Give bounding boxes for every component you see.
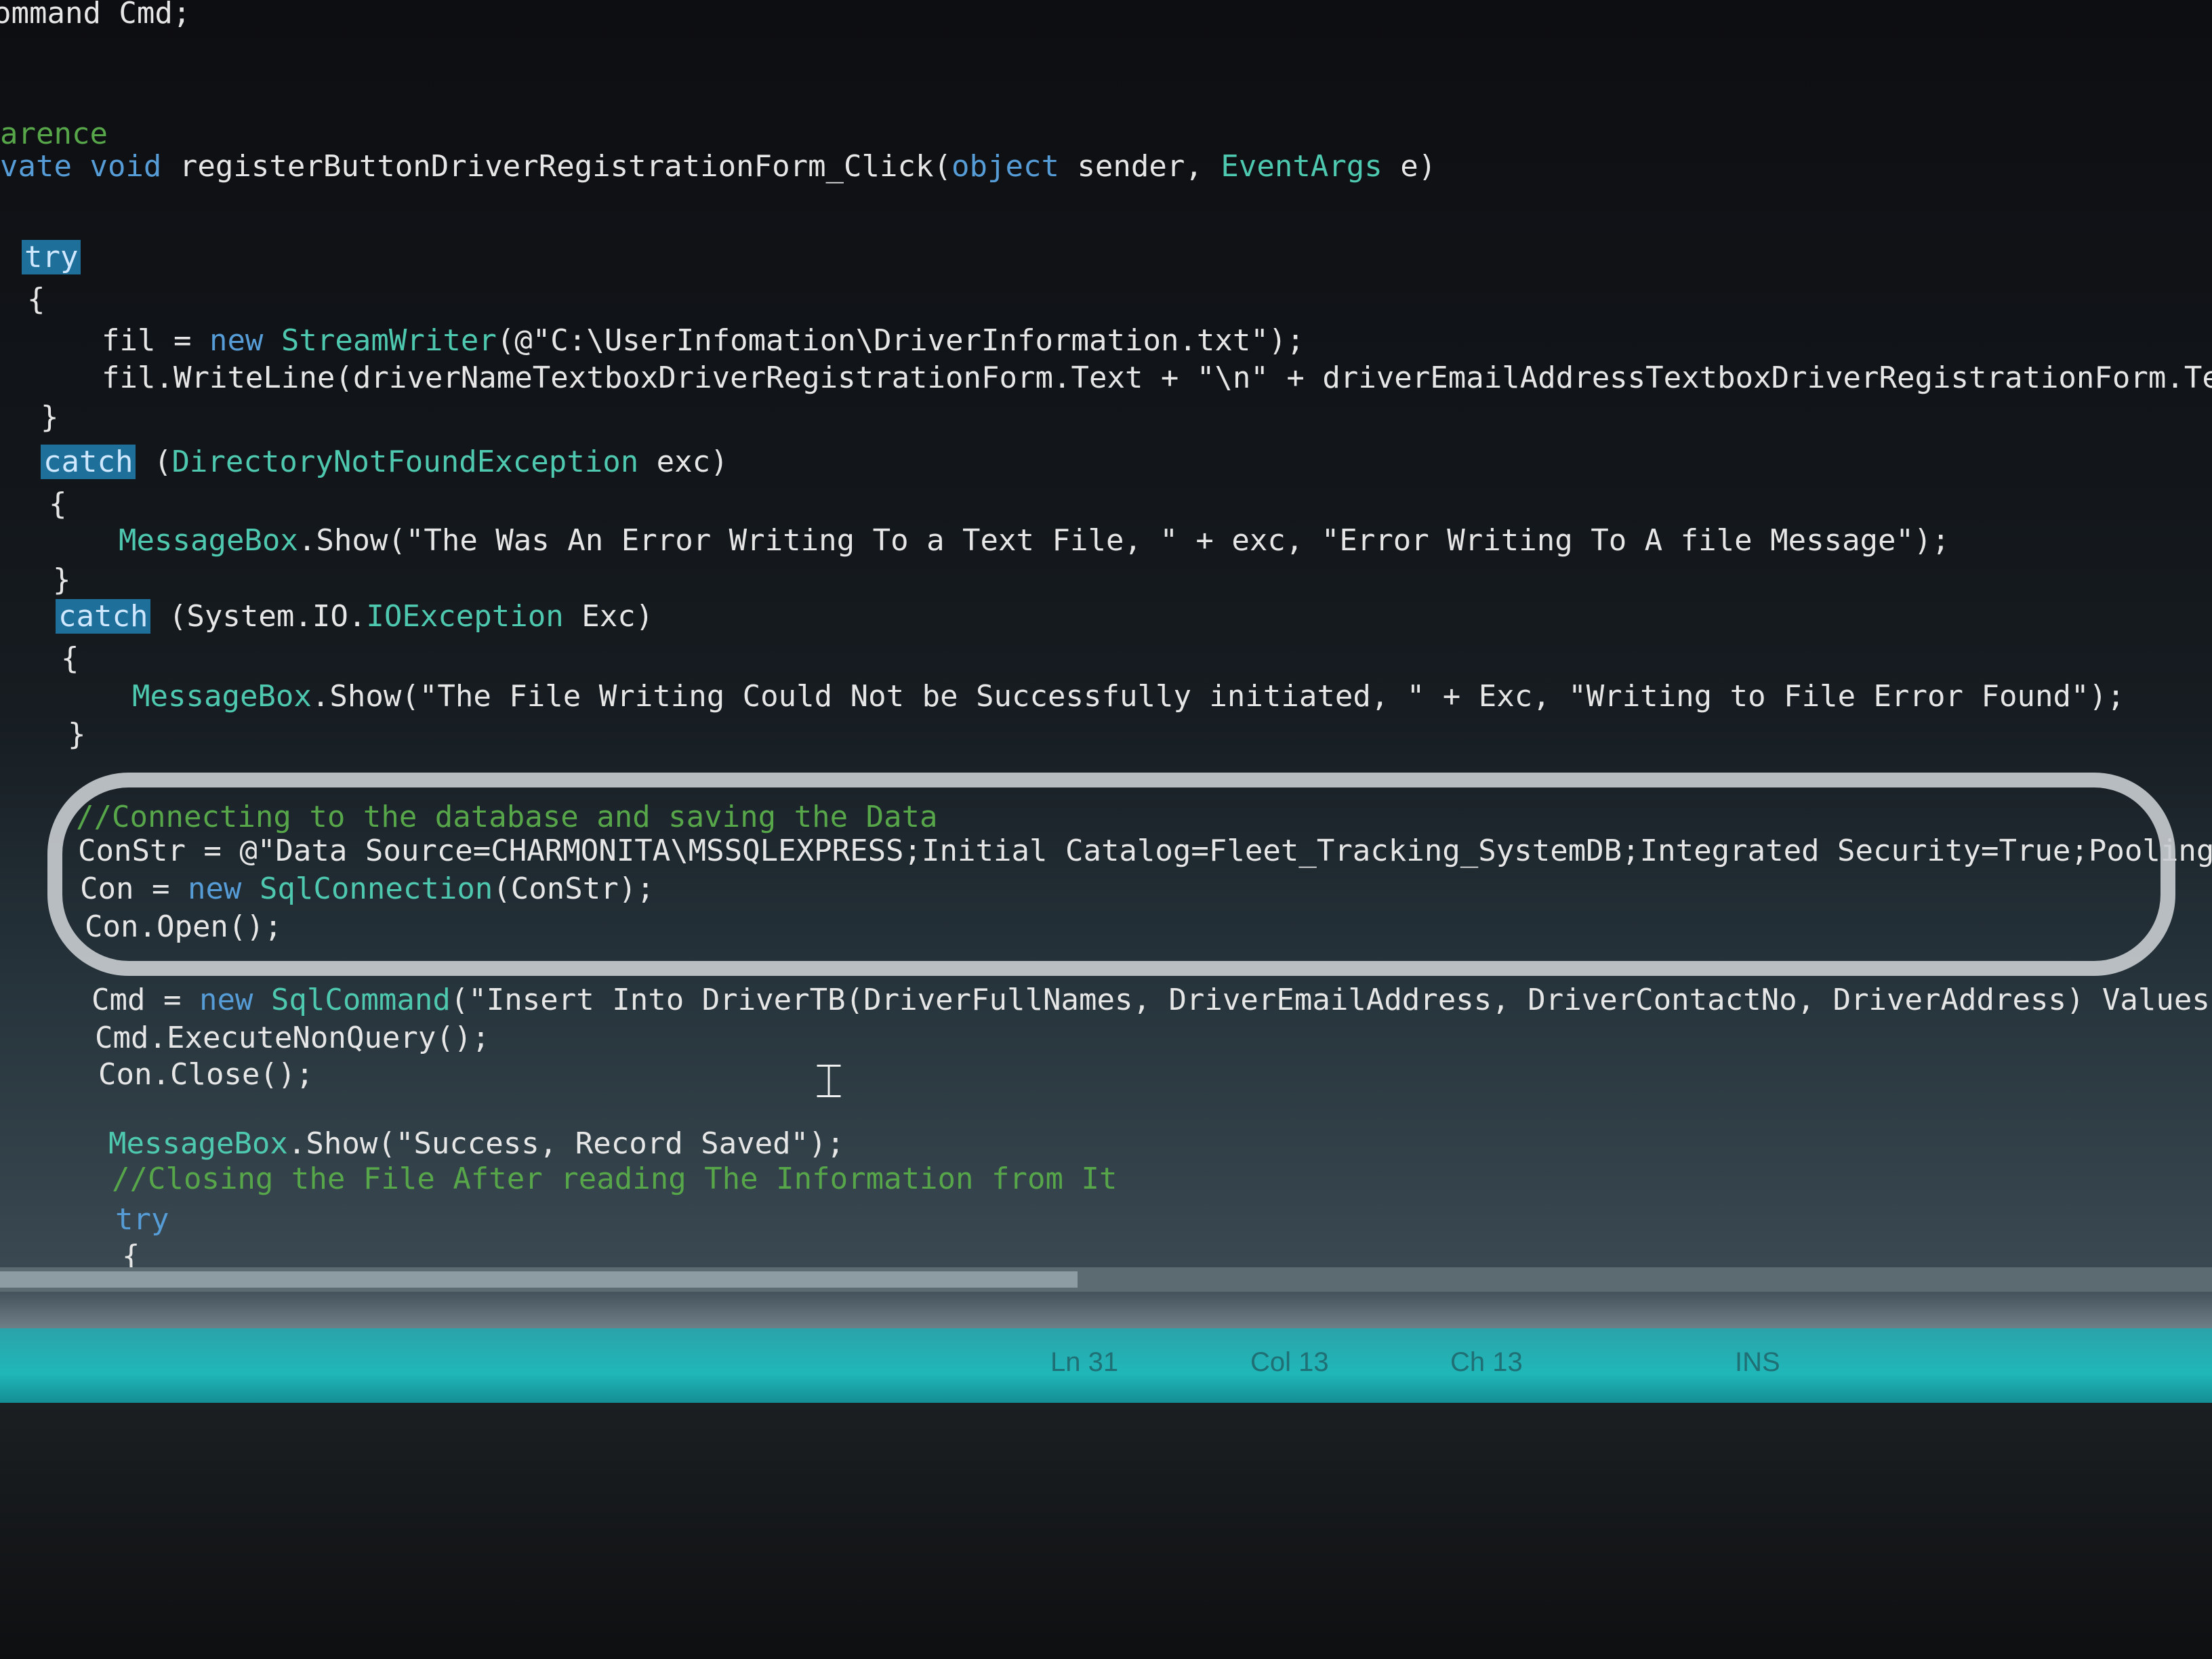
code-line[interactable]: MessageBox.Show("The File Writing Could …	[132, 678, 2125, 716]
code-line[interactable]: }	[41, 398, 59, 436]
code-token: StreamWriter	[281, 323, 497, 358]
code-line[interactable]: }	[68, 716, 86, 754]
code-token: arence	[0, 117, 108, 151]
code-line[interactable]: {	[27, 281, 45, 319]
code-token: Exc)	[563, 599, 654, 634]
code-line[interactable]: Cmd = new SqlCommand("Insert Into Driver…	[91, 981, 2212, 1019]
code-token: MessageBox	[132, 679, 312, 714]
code-token: MessageBox	[119, 523, 298, 558]
code-line[interactable]: {	[61, 640, 79, 678]
code-token: registerButtonDriverRegistrationForm_Cli…	[179, 149, 951, 184]
code-line[interactable]: fil.WriteLine(driverNameTextboxDriverReg…	[102, 359, 2212, 397]
code-token: new	[209, 323, 281, 358]
code-line[interactable]: try	[115, 1201, 169, 1239]
photographed-screen: ommand Cmd; arence vate void registerButto…	[0, 0, 2212, 1659]
code-token: //Closing the File After reading The Inf…	[112, 1162, 1118, 1196]
code-token: .Show("The Was An Error Writing To a Tex…	[298, 523, 1950, 558]
code-token: new	[199, 983, 271, 1017]
code-token: Cmd.ExecuteNonQuery();	[95, 1021, 490, 1055]
code-line[interactable]: try	[22, 239, 81, 276]
code-token: }	[68, 717, 86, 752]
code-token: }	[41, 400, 59, 434]
code-line[interactable]: fil = new StreamWriter(@"C:\UserInfomati…	[102, 322, 1305, 360]
code-token: Cmd =	[91, 983, 199, 1017]
code-token: try	[115, 1202, 169, 1237]
code-token: object	[951, 149, 1059, 184]
code-token: fil =	[102, 323, 209, 358]
code-token: {	[27, 282, 45, 316]
code-token: fil.WriteLine(driverNameTextboxDriverReg…	[102, 361, 2212, 395]
code-token: SqlCommand	[270, 983, 451, 1017]
code-token: exc)	[638, 445, 729, 479]
text-cursor-icon: ⌶	[815, 1053, 843, 1109]
code-token: ("Insert Into DriverTB(DriverFullNames, …	[450, 983, 2212, 1017]
code-line[interactable]: }	[53, 561, 71, 599]
code-token: e)	[1382, 149, 1437, 184]
status-line-number: Ln 31	[1050, 1347, 1119, 1377]
code-token: {	[49, 487, 67, 521]
code-token: }	[53, 562, 71, 597]
code-token: (System.IO.	[150, 599, 367, 634]
code-line[interactable]: catch (DirectoryNotFoundException exc)	[41, 443, 729, 481]
code-token: (@"C:\UserInfomation\DriverInformation.t…	[496, 323, 1305, 358]
code-token: sender,	[1059, 149, 1221, 184]
code-token: .Show("The File Writing Could Not be Suc…	[311, 679, 2125, 714]
code-token: MessageBox	[108, 1126, 288, 1161]
code-token: Con.Close();	[98, 1057, 314, 1092]
status-insert-mode: INS	[1735, 1347, 1780, 1377]
hand-drawn-annotation-ellipse	[47, 773, 2175, 976]
status-char-number: Ch 13	[1450, 1347, 1523, 1377]
code-token: try	[22, 240, 81, 274]
code-token: (	[136, 445, 172, 479]
code-line[interactable]: ommand Cmd;	[0, 0, 190, 33]
code-token: {	[61, 641, 79, 676]
code-token: catch	[56, 599, 151, 634]
code-token: .Show("Success, Record Saved");	[287, 1126, 845, 1161]
code-line[interactable]: catch (System.IO.IOException Exc)	[56, 598, 653, 636]
code-token: vate void	[0, 149, 180, 184]
code-editor[interactable]: ommand Cmd; arence vate void registerButto…	[0, 0, 2212, 1288]
code-token: catch	[41, 445, 136, 479]
code-line[interactable]: Cmd.ExecuteNonQuery();	[95, 1019, 490, 1057]
code-line[interactable]: MessageBox.Show("The Was An Error Writin…	[119, 522, 1950, 560]
desk-surface	[0, 1403, 2212, 1659]
code-line[interactable]: Con.Close();	[98, 1056, 314, 1094]
code-token: IOException	[366, 599, 564, 634]
status-bar: Ln 31 Col 13 Ch 13 INS	[0, 1328, 2212, 1403]
code-line[interactable]: //Closing the File After reading The Inf…	[112, 1160, 1117, 1198]
code-line[interactable]: MessageBox.Show("Success, Record Saved")…	[108, 1125, 844, 1163]
horizontal-scrollbar-thumb[interactable]	[0, 1271, 1078, 1288]
code-token: DirectoryNotFoundException	[171, 445, 639, 479]
code-line[interactable]: vate void registerButtonDriverRegistrati…	[0, 148, 1436, 186]
code-token: ommand Cmd;	[0, 0, 191, 30]
code-line[interactable]: {	[49, 485, 67, 523]
status-column-number: Col 13	[1250, 1347, 1329, 1377]
code-token: EventArgs	[1221, 149, 1382, 184]
horizontal-scrollbar[interactable]	[0, 1267, 2212, 1292]
